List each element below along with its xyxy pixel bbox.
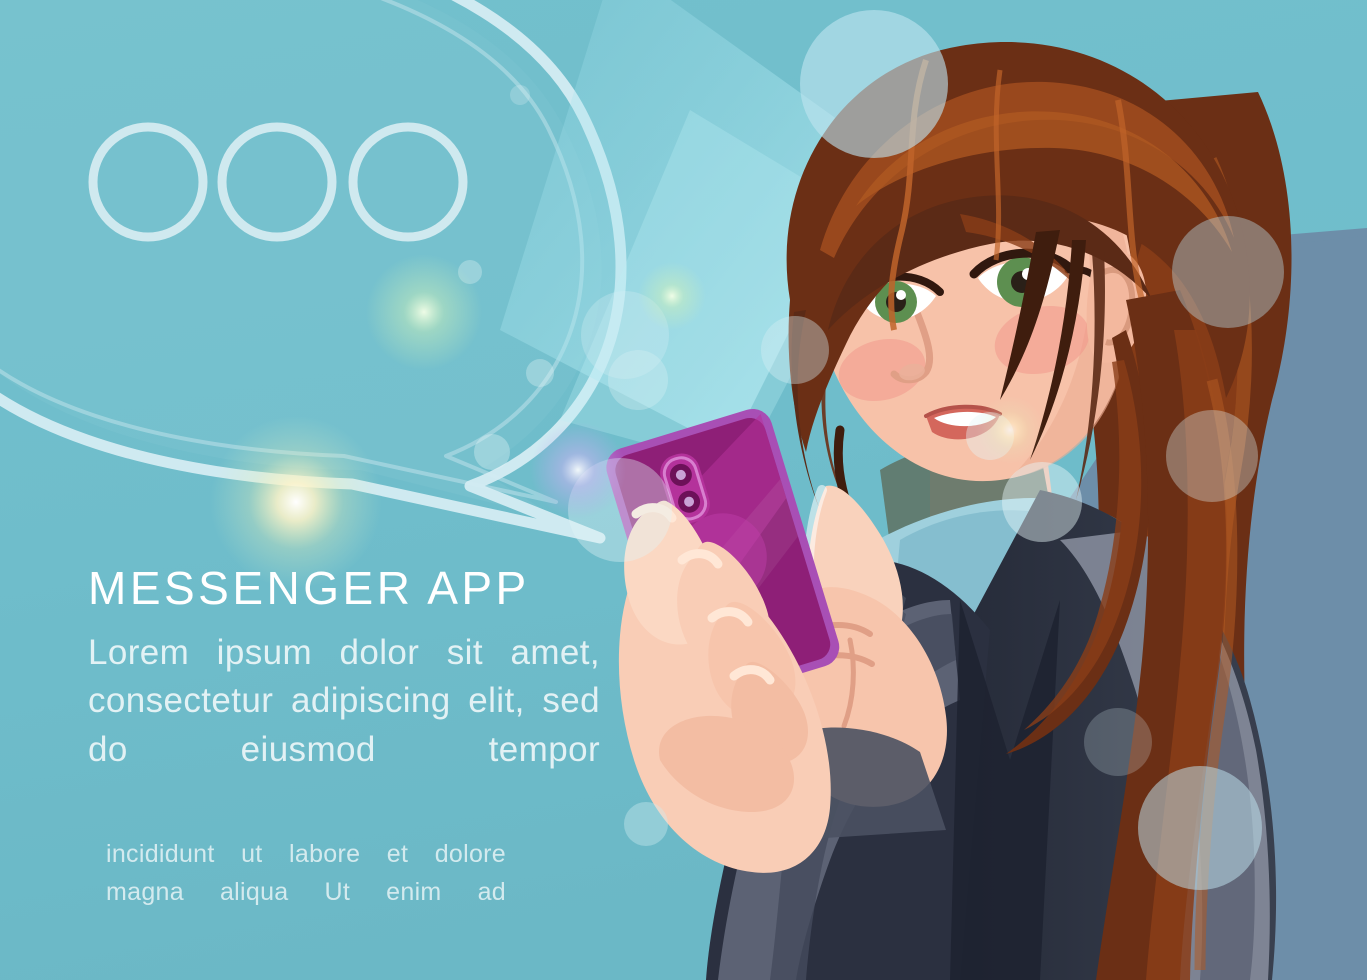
page-title: MESSENGER APP [88, 562, 530, 614]
copy-block: MESSENGER APP Lorem ipsum dolor sit amet… [88, 565, 600, 949]
body-paragraph: Lorem ipsum dolor sit amet, consectetur … [88, 633, 600, 769]
poster-canvas: MESSENGER APP Lorem ipsum dolor sit amet… [0, 0, 1367, 980]
sub-paragraph: incididunt ut labore et dolore magna ali… [106, 840, 506, 906]
